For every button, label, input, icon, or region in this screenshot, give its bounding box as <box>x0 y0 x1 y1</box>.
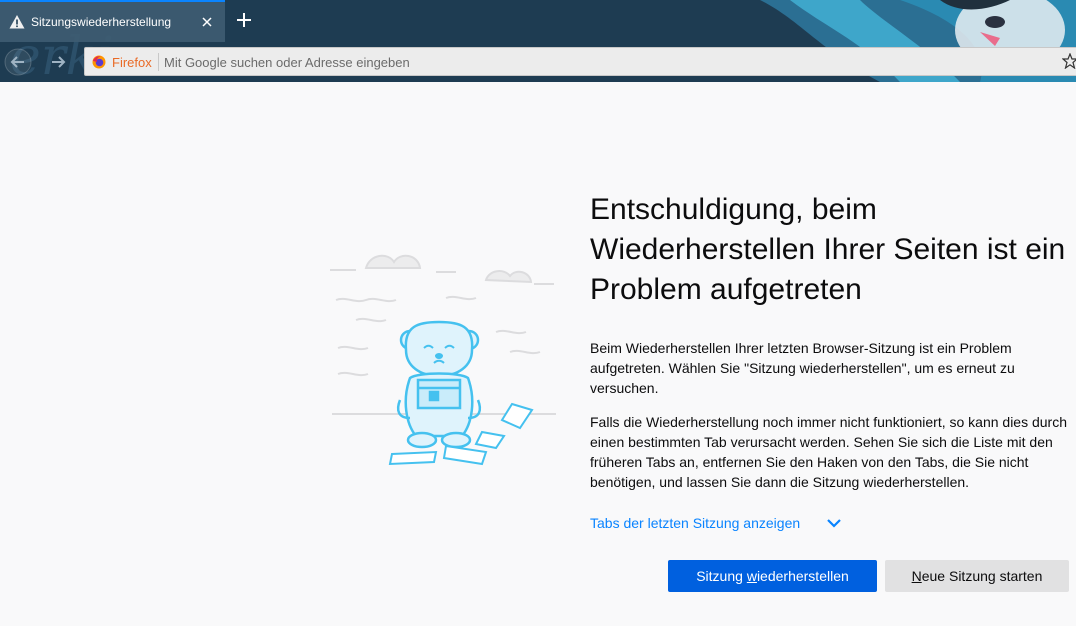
restore-session-button[interactable]: Sitzung wiederherstellen <box>668 560 877 592</box>
identity-label[interactable]: Firefox <box>112 55 152 70</box>
navigation-bar: Firefox <box>0 42 1076 82</box>
browser-toolbar: erki Sitzungswiederherstellung Firefox M… <box>0 0 1076 82</box>
show-tabs-link[interactable]: Tabs der letzten Sitzung anzeigen <box>590 515 800 531</box>
warning-icon <box>9 15 25 29</box>
url-input[interactable] <box>164 50 1044 74</box>
tab-session-restore[interactable]: Sitzungswiederherstellung <box>0 0 225 42</box>
address-bar[interactable]: Firefox <box>84 47 1076 76</box>
error-description: Beim Wiederherstellen Ihrer letzten Brow… <box>590 340 1015 396</box>
forward-icon[interactable] <box>44 48 72 76</box>
new-session-label-post: eue Sitzung starten <box>921 568 1043 584</box>
url-separator <box>158 53 159 71</box>
page-title: Entschuldigung, beim Wiederherstellen Ih… <box>590 193 1066 306</box>
back-icon[interactable] <box>4 48 32 76</box>
restore-label-post: iederherstellen <box>756 568 849 584</box>
restore-label-access-key: w <box>746 568 757 584</box>
close-icon[interactable] <box>198 13 216 31</box>
error-content: Entschuldigung, beim Wiederherstellen Ih… <box>590 190 1070 534</box>
sad-bear-illustration <box>330 254 556 466</box>
start-new-session-button[interactable]: Neue Sitzung starten <box>885 560 1069 592</box>
new-session-access-key: N <box>911 568 922 584</box>
new-tab-button[interactable] <box>232 8 256 32</box>
firefox-logo-icon <box>92 55 106 69</box>
restore-label-pre: Sitzung <box>696 568 747 584</box>
chevron-down-icon[interactable] <box>826 515 842 531</box>
tab-title: Sitzungswiederherstellung <box>31 15 172 29</box>
error-hint: Falls die Wiederherstellung noch immer n… <box>590 414 1068 490</box>
bookmark-star-icon[interactable] <box>1062 53 1076 69</box>
show-previous-tabs-toggle[interactable]: Tabs der letzten Sitzung anzeigen <box>590 512 1070 534</box>
